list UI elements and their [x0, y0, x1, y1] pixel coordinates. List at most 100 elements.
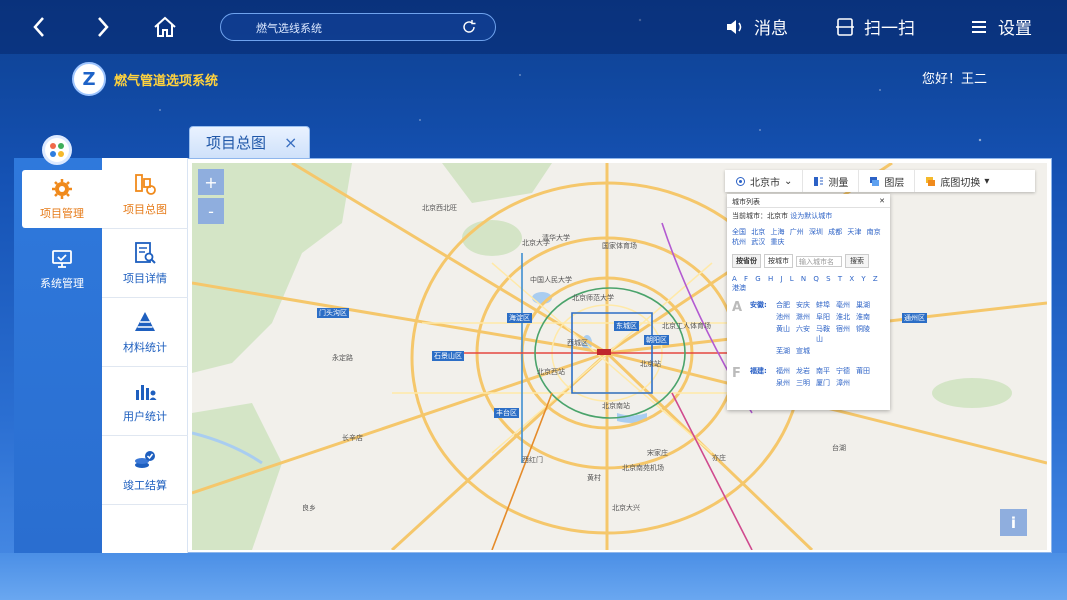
- city-link[interactable]: 全国: [732, 228, 746, 236]
- tab-project-overview[interactable]: 项目总图 ×: [189, 126, 310, 158]
- letter-link[interactable]: H: [768, 275, 773, 283]
- letter-link[interactable]: Y: [861, 275, 865, 283]
- city-link[interactable]: 天津: [847, 228, 861, 236]
- letter-link[interactable]: Q: [813, 275, 819, 283]
- settings-button[interactable]: 设置: [968, 14, 1032, 39]
- measure-label: 测量: [828, 177, 849, 189]
- city-link[interactable]: 黄山: [776, 324, 796, 344]
- brand: Z 燃气管道选项系统: [72, 62, 218, 96]
- letter-link[interactable]: F: [744, 275, 748, 283]
- city-link[interactable]: 宁德: [836, 366, 856, 376]
- subnav-material-stats[interactable]: 材料统计: [102, 298, 188, 367]
- city-link[interactable]: 六安: [796, 324, 816, 344]
- info-button[interactable]: i: [1000, 509, 1027, 536]
- city-link[interactable]: 广州: [790, 228, 804, 236]
- apps-icon[interactable]: [42, 135, 72, 165]
- nav-system-management[interactable]: 系统管理: [22, 240, 102, 298]
- subnav-label: 材料统计: [123, 341, 167, 354]
- basemap-label: 底图切换: [940, 177, 981, 189]
- city-link[interactable]: 滁州: [796, 312, 816, 322]
- city-link[interactable]: 合肥: [776, 300, 796, 310]
- letter-link[interactable]: N: [801, 275, 806, 283]
- map-view[interactable]: 北京大学 清华大学 中国人民大学 北京师范大学 海淀区 东城区 朝阳区 西城区 …: [192, 163, 1047, 550]
- city-link[interactable]: 成都: [828, 228, 842, 236]
- tab-by-province[interactable]: 按省份: [732, 254, 761, 268]
- letter-link[interactable]: A: [732, 275, 737, 283]
- zoom-in-button[interactable]: +: [198, 169, 224, 195]
- measure-tool[interactable]: 测量: [803, 170, 860, 192]
- city-link[interactable]: 淮南: [856, 312, 876, 322]
- city-link[interactable]: 重庆: [770, 238, 784, 246]
- letter-link[interactable]: T: [838, 275, 842, 283]
- set-default-city-link[interactable]: 设为默认城市: [790, 212, 832, 220]
- subnav-completion-settlement[interactable]: 竣工结算: [102, 436, 188, 505]
- home-button[interactable]: [150, 12, 180, 42]
- city-link[interactable]: 武汉: [751, 238, 765, 246]
- subnav-project-details[interactable]: 项目详情: [102, 229, 188, 298]
- address-bar[interactable]: 燃气选线系统: [220, 13, 496, 41]
- subnav-project-overview[interactable]: 项目总图: [102, 160, 188, 229]
- city-link[interactable]: 马鞍山: [816, 324, 836, 344]
- city-link[interactable]: 安庆: [796, 300, 816, 310]
- city-link[interactable]: 上海: [770, 228, 784, 236]
- city-search-button[interactable]: 搜索: [845, 254, 869, 268]
- city-link[interactable]: 深圳: [809, 228, 823, 236]
- tab-label: 项目总图: [206, 134, 267, 152]
- letter-link[interactable]: 港澳: [732, 284, 746, 292]
- city-link[interactable]: 巢湖: [856, 300, 876, 310]
- letter-link[interactable]: Z: [873, 275, 878, 283]
- scan-button[interactable]: 扫一扫: [834, 14, 915, 39]
- city-link[interactable]: 莆田: [856, 366, 876, 376]
- letter-link[interactable]: J: [780, 275, 782, 283]
- basemap-switch[interactable]: 底图切换 ▾: [915, 170, 999, 192]
- city-link[interactable]: 杭州: [732, 238, 746, 246]
- close-icon[interactable]: ✕: [879, 197, 885, 205]
- subnav-label: 用户统计: [123, 410, 167, 423]
- city-link[interactable]: 北京: [751, 228, 765, 236]
- city-link[interactable]: 三明: [796, 378, 816, 388]
- city-link[interactable]: 蚌埠: [816, 300, 836, 310]
- city-link[interactable]: 淮北: [836, 312, 856, 322]
- app-logo: Z: [72, 62, 106, 96]
- letter-link[interactable]: L: [790, 275, 794, 283]
- basemap-icon: [926, 176, 936, 186]
- city-link[interactable]: 南京: [867, 228, 881, 236]
- subnav-label: 项目详情: [123, 272, 167, 285]
- city-link[interactable]: 池州: [776, 312, 796, 322]
- app-title: 燃气管道选项系统: [114, 73, 219, 89]
- city-selector[interactable]: 北京市 ⌄: [725, 170, 804, 192]
- nav-project-management[interactable]: 项目管理: [22, 170, 102, 228]
- nav-label: 系统管理: [40, 277, 84, 290]
- city-link[interactable]: 宣城: [796, 346, 816, 356]
- letter-link[interactable]: G: [755, 275, 760, 283]
- city-link[interactable]: 泉州: [776, 378, 796, 388]
- menu-icon: [972, 20, 986, 33]
- city-link[interactable]: 南平: [816, 366, 836, 376]
- messages-button[interactable]: 消息: [724, 14, 788, 39]
- back-button[interactable]: [24, 12, 54, 42]
- forward-button[interactable]: [88, 12, 118, 42]
- layers-tool[interactable]: 图层: [859, 170, 916, 192]
- zoom-out-button[interactable]: -: [198, 198, 224, 224]
- city-link[interactable]: 龙岩: [796, 366, 816, 376]
- map-label: 宋家庄: [647, 449, 668, 457]
- refresh-icon[interactable]: [461, 19, 477, 35]
- home-icon: [154, 16, 176, 37]
- letter-link[interactable]: S: [826, 275, 830, 283]
- ruler-icon: [814, 176, 824, 186]
- subnav-user-stats[interactable]: 用户统计: [102, 367, 188, 436]
- city-search-input[interactable]: 输入城市名: [796, 255, 842, 267]
- city-link[interactable]: 亳州: [836, 300, 856, 310]
- letter-link[interactable]: X: [849, 275, 854, 283]
- tab-by-city[interactable]: 按城市: [764, 254, 793, 268]
- map-label: 北京站: [640, 360, 661, 368]
- city-link[interactable]: 阜阳: [816, 312, 836, 322]
- city-link[interactable]: 厦门: [816, 378, 836, 388]
- city-link[interactable]: 铜陵: [856, 324, 876, 344]
- close-icon[interactable]: ×: [284, 133, 297, 152]
- city-link[interactable]: 宿州: [836, 324, 856, 344]
- city-link[interactable]: 芜湖: [776, 346, 796, 356]
- city-link[interactable]: 福州: [776, 366, 796, 376]
- group-letter: A: [732, 300, 743, 315]
- city-link[interactable]: 漳州: [836, 378, 856, 388]
